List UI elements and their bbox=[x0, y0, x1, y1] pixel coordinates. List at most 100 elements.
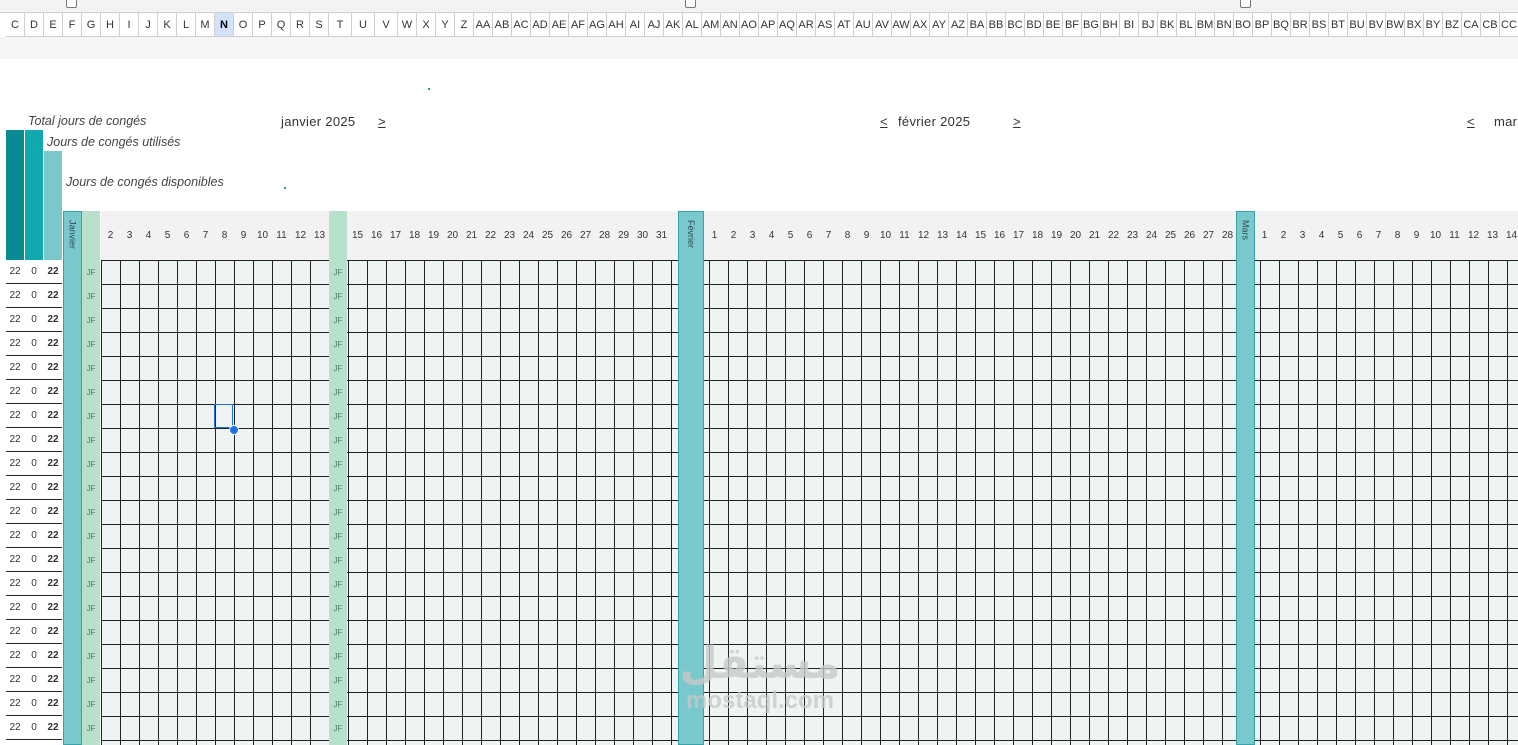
row-total-days[interactable]: 22 bbox=[6, 314, 24, 325]
row-used-days[interactable]: 0 bbox=[25, 362, 43, 373]
row-available-days[interactable]: 22 bbox=[44, 458, 62, 469]
column-header-h[interactable]: H bbox=[101, 13, 120, 37]
column-header-ca[interactable]: CA bbox=[1462, 13, 1481, 37]
column-header-cc[interactable]: CC bbox=[1500, 13, 1518, 37]
row-used-days[interactable]: 0 bbox=[25, 698, 43, 709]
column-header-bm[interactable]: BM bbox=[1196, 13, 1215, 37]
row-used-days[interactable]: 0 bbox=[25, 314, 43, 325]
column-header-bb[interactable]: BB bbox=[987, 13, 1006, 37]
column-header-ac[interactable]: AC bbox=[512, 13, 531, 37]
column-header-be[interactable]: BE bbox=[1044, 13, 1063, 37]
column-header-t[interactable]: T bbox=[329, 13, 352, 37]
row-total-days[interactable]: 22 bbox=[6, 290, 24, 301]
row-total-days[interactable]: 22 bbox=[6, 458, 24, 469]
row-used-days[interactable]: 0 bbox=[25, 458, 43, 469]
column-header-av[interactable]: AV bbox=[873, 13, 892, 37]
column-header-am[interactable]: AM bbox=[702, 13, 721, 37]
column-header-bv[interactable]: BV bbox=[1367, 13, 1386, 37]
column-header-ab[interactable]: AB bbox=[493, 13, 512, 37]
column-header-ay[interactable]: AY bbox=[930, 13, 949, 37]
column-header-bk[interactable]: BK bbox=[1158, 13, 1177, 37]
row-used-days[interactable]: 0 bbox=[25, 434, 43, 445]
prev-month-arrow[interactable]: < bbox=[880, 114, 888, 129]
column-header-ag[interactable]: AG bbox=[588, 13, 607, 37]
column-header-bz[interactable]: BZ bbox=[1443, 13, 1462, 37]
column-header-k[interactable]: K bbox=[158, 13, 177, 37]
row-used-days[interactable]: 0 bbox=[25, 626, 43, 637]
column-header-ax[interactable]: AX bbox=[911, 13, 930, 37]
row-used-days[interactable]: 0 bbox=[25, 338, 43, 349]
row-used-days[interactable]: 0 bbox=[25, 506, 43, 517]
column-header-bn[interactable]: BN bbox=[1215, 13, 1234, 37]
column-header-af[interactable]: AF bbox=[569, 13, 588, 37]
row-total-days[interactable]: 22 bbox=[6, 722, 24, 733]
column-header-ao[interactable]: AO bbox=[740, 13, 759, 37]
column-header-ad[interactable]: AD bbox=[531, 13, 550, 37]
row-total-days[interactable]: 22 bbox=[6, 698, 24, 709]
row-total-days[interactable]: 22 bbox=[6, 482, 24, 493]
column-header-i[interactable]: I bbox=[120, 13, 139, 37]
row-total-days[interactable]: 22 bbox=[6, 506, 24, 517]
row-total-days[interactable]: 22 bbox=[6, 434, 24, 445]
column-header-ae[interactable]: AE bbox=[550, 13, 569, 37]
row-available-days[interactable]: 22 bbox=[44, 290, 62, 301]
row-available-days[interactable]: 22 bbox=[44, 554, 62, 565]
row-total-days[interactable]: 22 bbox=[6, 626, 24, 637]
column-header-at[interactable]: AT bbox=[835, 13, 854, 37]
column-header-w[interactable]: W bbox=[398, 13, 417, 37]
row-used-days[interactable]: 0 bbox=[25, 290, 43, 301]
row-available-days[interactable]: 22 bbox=[44, 314, 62, 325]
row-total-days[interactable]: 22 bbox=[6, 674, 24, 685]
collapse-checkbox-icon[interactable] bbox=[1240, 0, 1251, 8]
row-used-days[interactable]: 0 bbox=[25, 482, 43, 493]
row-used-days[interactable]: 0 bbox=[25, 266, 43, 277]
column-header-f[interactable]: F bbox=[63, 13, 82, 37]
column-header-br[interactable]: BR bbox=[1291, 13, 1310, 37]
column-header-al[interactable]: AL bbox=[683, 13, 702, 37]
column-header-e[interactable]: E bbox=[44, 13, 63, 37]
column-header-r[interactable]: R bbox=[291, 13, 310, 37]
column-header-g[interactable]: G bbox=[82, 13, 101, 37]
column-header-bf[interactable]: BF bbox=[1063, 13, 1082, 37]
column-header-z[interactable]: Z bbox=[455, 13, 474, 37]
row-used-days[interactable]: 0 bbox=[25, 530, 43, 541]
next-month-arrow[interactable]: > bbox=[378, 114, 386, 129]
column-header-bw[interactable]: BW bbox=[1386, 13, 1405, 37]
row-available-days[interactable]: 22 bbox=[44, 674, 62, 685]
column-header-ai[interactable]: AI bbox=[626, 13, 645, 37]
row-available-days[interactable]: 22 bbox=[44, 386, 62, 397]
row-available-days[interactable]: 22 bbox=[44, 650, 62, 661]
column-header-j[interactable]: J bbox=[139, 13, 158, 37]
column-header-l[interactable]: L bbox=[177, 13, 196, 37]
column-header-n[interactable]: N bbox=[215, 13, 234, 37]
column-header-bg[interactable]: BG bbox=[1082, 13, 1101, 37]
column-header-v[interactable]: V bbox=[375, 13, 398, 37]
row-total-days[interactable]: 22 bbox=[6, 602, 24, 613]
row-available-days[interactable]: 22 bbox=[44, 626, 62, 637]
row-used-days[interactable]: 0 bbox=[25, 554, 43, 565]
column-header-u[interactable]: U bbox=[352, 13, 375, 37]
column-header-bp[interactable]: BP bbox=[1253, 13, 1272, 37]
row-total-days[interactable]: 22 bbox=[6, 266, 24, 277]
row-total-days[interactable]: 22 bbox=[6, 650, 24, 661]
column-header-p[interactable]: P bbox=[253, 13, 272, 37]
column-header-ah[interactable]: AH bbox=[607, 13, 626, 37]
column-header-bq[interactable]: BQ bbox=[1272, 13, 1291, 37]
column-header-aj[interactable]: AJ bbox=[645, 13, 664, 37]
row-available-days[interactable]: 22 bbox=[44, 482, 62, 493]
row-total-days[interactable]: 22 bbox=[6, 362, 24, 373]
column-header-aw[interactable]: AW bbox=[892, 13, 911, 37]
row-used-days[interactable]: 0 bbox=[25, 722, 43, 733]
row-available-days[interactable]: 22 bbox=[44, 722, 62, 733]
row-available-days[interactable]: 22 bbox=[44, 410, 62, 421]
column-header-bd[interactable]: BD bbox=[1025, 13, 1044, 37]
column-header-bu[interactable]: BU bbox=[1348, 13, 1367, 37]
column-header-ar[interactable]: AR bbox=[797, 13, 816, 37]
column-header-m[interactable]: M bbox=[196, 13, 215, 37]
row-available-days[interactable]: 22 bbox=[44, 506, 62, 517]
row-total-days[interactable]: 22 bbox=[6, 386, 24, 397]
column-header-ap[interactable]: AP bbox=[759, 13, 778, 37]
column-header-s[interactable]: S bbox=[310, 13, 329, 37]
column-header-bj[interactable]: BJ bbox=[1139, 13, 1158, 37]
column-header-bt[interactable]: BT bbox=[1329, 13, 1348, 37]
